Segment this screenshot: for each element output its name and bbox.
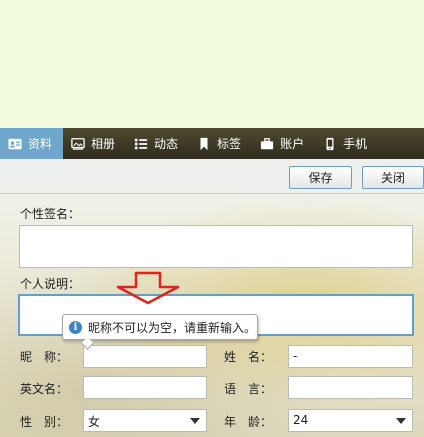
gender-label: 性 别： <box>20 415 69 429</box>
tab-label: 相册 <box>91 137 116 151</box>
tab-account[interactable]: 账户 <box>252 128 315 159</box>
top-banner <box>0 0 424 128</box>
briefcase-icon <box>260 137 274 149</box>
signature-textarea[interactable] <box>19 225 413 268</box>
info-icon: i <box>69 320 82 334</box>
chevron-down-icon <box>396 418 406 424</box>
tab-tags[interactable]: 标签 <box>189 128 252 159</box>
age-value: 24 <box>293 413 309 427</box>
action-toolbar: 保存 关闭 <box>0 159 424 194</box>
tab-label: 资料 <box>28 137 53 151</box>
english-name-input[interactable] <box>83 376 207 399</box>
tab-label: 账户 <box>280 137 305 151</box>
close-button[interactable]: 关闭 <box>362 166 424 189</box>
surname-label: 姓 名： <box>224 350 273 364</box>
activity-list-icon <box>134 138 148 149</box>
tab-mobile[interactable]: 手机 <box>315 128 378 159</box>
description-label: 个人说明： <box>20 277 81 291</box>
gender-value: 女 <box>88 415 101 429</box>
surname-input[interactable]: - <box>288 345 413 368</box>
red-arrow-annotation <box>116 271 180 305</box>
age-label: 年 龄： <box>224 415 273 429</box>
bookmark-tag-icon <box>200 137 208 150</box>
language-input[interactable] <box>288 376 413 399</box>
tab-activity[interactable]: 动态 <box>126 128 189 159</box>
language-label: 语 言： <box>224 382 273 396</box>
photo-album-icon <box>71 137 85 150</box>
surname-value: - <box>293 349 298 363</box>
profile-tab-bar: 资料 相册 动态 标签 账户 手机 <box>0 128 424 159</box>
gender-select[interactable]: 女 <box>83 409 207 432</box>
tooltip-message: 昵称不可以为空，请重新输入。 <box>88 320 257 335</box>
nickname-input[interactable] <box>83 345 207 368</box>
english-name-label: 英文名： <box>20 382 69 396</box>
mobile-phone-icon <box>326 137 334 150</box>
signature-label: 个性签名： <box>20 207 81 221</box>
profile-card-icon <box>8 138 22 149</box>
tab-label: 手机 <box>343 137 368 151</box>
age-select[interactable]: 24 <box>288 409 413 432</box>
nickname-label: 昵 称： <box>20 350 69 364</box>
save-button[interactable]: 保存 <box>289 166 352 189</box>
tab-label: 动态 <box>154 137 179 151</box>
chevron-down-icon <box>190 418 200 424</box>
tab-profile[interactable]: 资料 <box>0 128 64 159</box>
tab-label: 标签 <box>217 137 242 151</box>
tab-album[interactable]: 相册 <box>63 128 126 159</box>
validation-tooltip: i 昵称不可以为空，请重新输入。 <box>62 314 258 350</box>
